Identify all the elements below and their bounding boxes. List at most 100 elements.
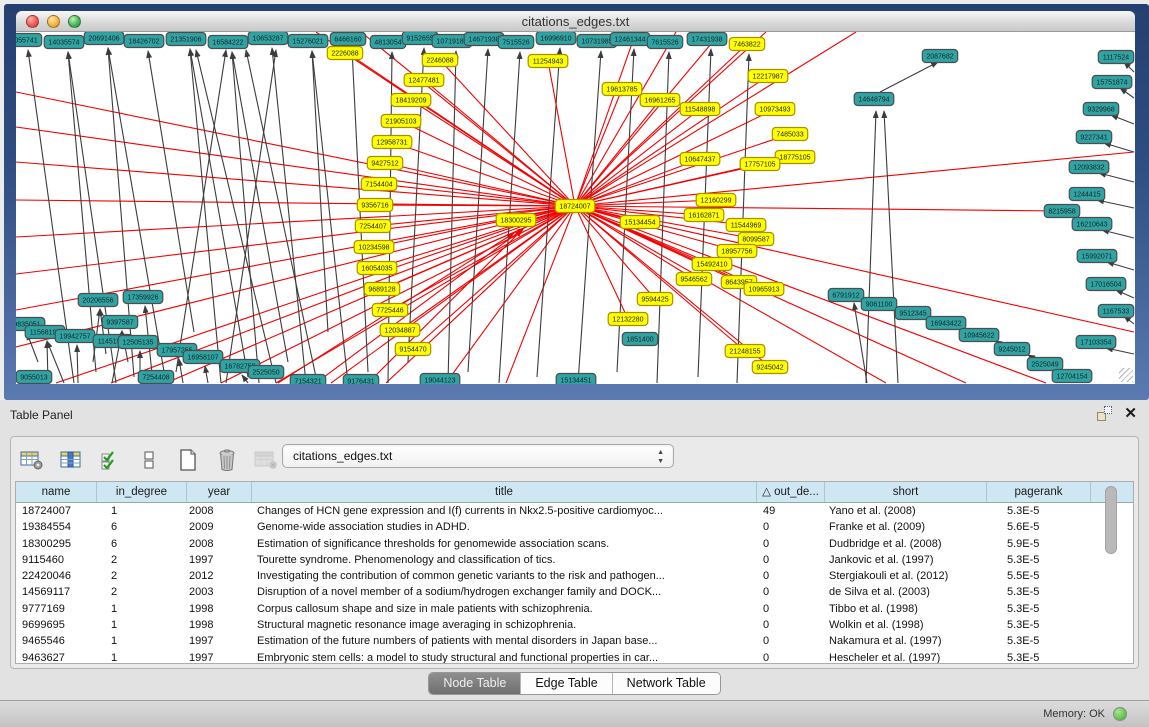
graph-node[interactable]: 16584222: [208, 36, 248, 49]
graph-node[interactable]: 16054035: [357, 262, 397, 275]
graph-node[interactable]: 10965913: [744, 283, 784, 296]
graph-node[interactable]: 12505135: [118, 336, 158, 349]
graph-node[interactable]: 18426702: [124, 35, 164, 48]
table-cell[interactable]: de Silva et al. (2003): [825, 584, 987, 600]
graph-node[interactable]: 15751874: [1092, 76, 1132, 89]
graph-node[interactable]: 16943422: [926, 317, 966, 330]
graph-node[interactable]: 9245012: [994, 343, 1029, 356]
table-cell[interactable]: 5.3E-5: [987, 617, 1091, 633]
table-cell[interactable]: 0: [757, 519, 825, 535]
graph-node[interactable]: 12477481: [404, 74, 444, 87]
graph-node[interactable]: 18957756: [717, 245, 757, 258]
tab-node-table[interactable]: Node Table: [429, 673, 521, 694]
graph-node[interactable]: 12461344: [610, 33, 650, 46]
graph-node[interactable]: 1117524: [1098, 51, 1133, 64]
table-scrollbar-thumb[interactable]: [1105, 486, 1117, 554]
column-header-year[interactable]: year: [187, 482, 252, 502]
graph-node[interactable]: 21248155: [725, 345, 765, 358]
table-cell[interactable]: 14569117: [16, 584, 97, 600]
select-rows-icon[interactable]: [97, 447, 123, 473]
graph-node[interactable]: 9689128: [364, 283, 399, 296]
graph-node[interactable]: 16210643: [1072, 218, 1112, 231]
graph-node[interactable]: 19613785: [602, 83, 642, 96]
graph-node[interactable]: 4813054: [370, 36, 405, 49]
table-cell[interactable]: 5.9E-5: [987, 536, 1091, 552]
graph-node[interactable]: 9154470: [395, 343, 430, 356]
graph-node[interactable]: 2226088: [327, 47, 362, 60]
table-cell[interactable]: 9699695: [16, 617, 97, 633]
column-header-title[interactable]: title: [252, 482, 757, 502]
graph-node[interactable]: 12160299: [696, 194, 736, 207]
tab-network-table[interactable]: Network Table: [613, 673, 720, 694]
graph-node[interactable]: 14035574: [44, 36, 84, 49]
graph-node[interactable]: 16996910: [536, 32, 576, 45]
graph-node[interactable]: 16162871: [684, 209, 724, 222]
table-cell[interactable]: 2: [97, 568, 187, 584]
graph-node[interactable]: 17757105: [740, 158, 780, 171]
graph-node[interactable]: 10973493: [755, 103, 795, 116]
graph-node[interactable]: 17016504: [1086, 278, 1126, 291]
create-table-icon[interactable]: [175, 447, 201, 473]
column-header-name[interactable]: name: [16, 482, 97, 502]
table-cell[interactable]: 0: [757, 650, 825, 664]
table-cell[interactable]: 5.3E-5: [987, 650, 1091, 664]
graph-node[interactable]: 7463822: [729, 38, 764, 51]
table-cell[interactable]: 6: [97, 536, 187, 552]
graph-node[interactable]: 1244415: [1069, 188, 1104, 201]
table-cell[interactable]: 19384554: [16, 519, 97, 535]
graph-node[interactable]: 9329968: [1083, 103, 1118, 116]
row-height-icon[interactable]: [136, 447, 162, 473]
table-cell[interactable]: 2008: [187, 536, 252, 552]
table-cell[interactable]: 18724007: [16, 503, 97, 519]
table-cell[interactable]: 5.3E-5: [987, 601, 1091, 617]
graph-node[interactable]: 7154404: [361, 178, 396, 191]
table-cell[interactable]: Wolkin et al. (1998): [825, 617, 987, 633]
float-panel-icon[interactable]: [1097, 406, 1112, 421]
graph-node[interactable]: 18419209: [391, 94, 431, 107]
table-cell[interactable]: Changes of HCN gene expression and I(f) …: [252, 503, 757, 519]
table-cell[interactable]: 1997: [187, 552, 252, 568]
table-cell[interactable]: 0: [757, 568, 825, 584]
table-select-dropdown[interactable]: citations_edges.txt ▲▼: [282, 444, 674, 468]
graph-node[interactable]: 16961265: [640, 94, 680, 107]
graph-node[interactable]: 15992071: [1077, 250, 1117, 263]
table-cell[interactable]: Disruption of a novel member of a sodium…: [252, 584, 757, 600]
table-cell[interactable]: 1998: [187, 601, 252, 617]
graph-node[interactable]: 17359926: [123, 291, 163, 304]
graph-node[interactable]: 12958731: [372, 136, 412, 149]
graph-node[interactable]: 7254408: [138, 371, 173, 384]
table-cell[interactable]: 5.5E-5: [987, 568, 1091, 584]
table-cell[interactable]: Tibbo et al. (1998): [825, 601, 987, 617]
table-cell[interactable]: Genome-wide association studies in ADHD.: [252, 519, 757, 535]
graph-node[interactable]: 2525049: [1027, 358, 1062, 371]
table-cell[interactable]: Investigating the contribution of common…: [252, 568, 757, 584]
graph-node[interactable]: 9055013: [16, 371, 51, 384]
graph-node[interactable]: 9356716: [357, 199, 392, 212]
graph-node[interactable]: 12034887: [380, 324, 420, 337]
graph-node[interactable]: 20206556: [78, 294, 118, 307]
table-cell[interactable]: 2003: [187, 584, 252, 600]
column-header-short[interactable]: short: [825, 482, 987, 502]
graph-node[interactable]: 17103354: [1076, 336, 1116, 349]
graph-node[interactable]: 9061100: [861, 298, 896, 311]
graph-node[interactable]: 10653287: [248, 32, 288, 45]
table-row[interactable]: 977716911998Corpus callosum shape and si…: [16, 601, 1133, 617]
table-cell[interactable]: Estimation of significance thresholds fo…: [252, 536, 757, 552]
table-row[interactable]: 1830029562008Estimation of significance …: [16, 536, 1133, 552]
table-cell[interactable]: 1: [97, 503, 187, 519]
graph-node[interactable]: 21351906: [166, 33, 206, 46]
graph-node[interactable]: 6466160: [330, 33, 365, 46]
table-cell[interactable]: 2008: [187, 503, 252, 519]
graph-node[interactable]: 12704154: [1052, 370, 1092, 383]
table-cell[interactable]: 0: [757, 617, 825, 633]
close-panel-icon[interactable]: ✕: [1124, 406, 1137, 421]
table-cell[interactable]: 9463627: [16, 650, 97, 664]
column-header-out_de[interactable]: △ out_de...: [757, 482, 825, 502]
column-header-in_degree[interactable]: in_degree: [97, 482, 187, 502]
graph-node[interactable]: 21905103: [381, 115, 421, 128]
graph-node[interactable]: 18775105: [775, 151, 815, 164]
graph-node[interactable]: 15276021: [288, 35, 328, 48]
table-cell[interactable]: 9777169: [16, 601, 97, 617]
graph-node[interactable]: 11254943: [528, 55, 568, 68]
table-cell[interactable]: 0: [757, 633, 825, 649]
